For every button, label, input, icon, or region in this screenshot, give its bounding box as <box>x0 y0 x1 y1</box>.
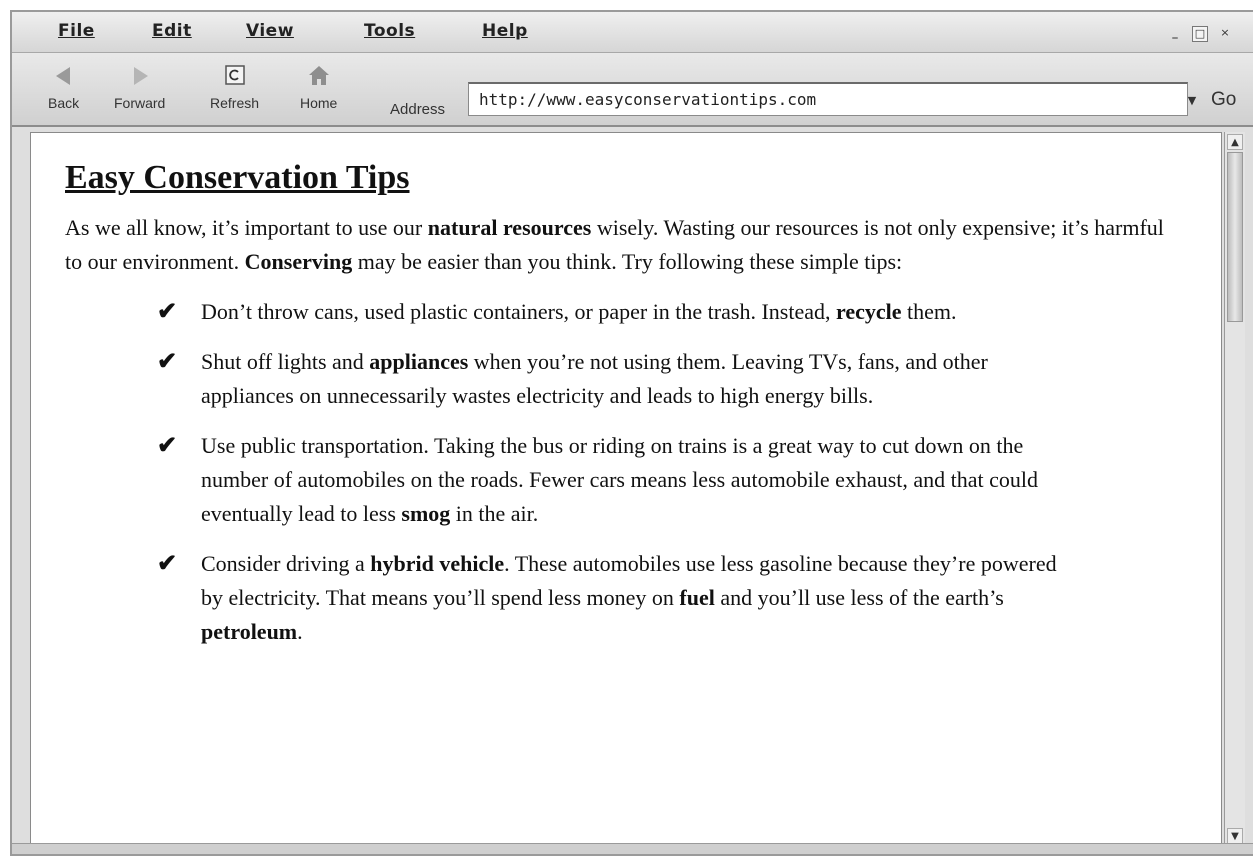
menu-view[interactable]: View <box>246 21 294 41</box>
scroll-thumb[interactable] <box>1227 152 1243 322</box>
tip-text: in the air. <box>450 501 539 526</box>
checkmark-icon: ✔ <box>157 299 178 325</box>
navigation-toolbar: Back Forward Refresh Home Address ▼ Go <box>12 53 1253 127</box>
back-label: Back <box>48 95 80 111</box>
page-content: Easy Conservation Tips As we all know, i… <box>65 159 1185 665</box>
intro-bold-text: natural resources <box>427 215 592 240</box>
menu-file[interactable]: File <box>58 21 95 41</box>
tip-text: Consider driving a <box>201 551 371 576</box>
vertical-scrollbar[interactable]: ▲ ▼ <box>1224 132 1245 848</box>
back-button[interactable]: Back <box>48 61 79 112</box>
home-button[interactable]: Home <box>300 61 337 112</box>
tip-bold-text: hybrid vehicle <box>370 551 505 576</box>
tip-text: Shut off lights and <box>201 349 370 374</box>
checkmark-icon: ✔ <box>157 551 178 577</box>
refresh-label: Refresh <box>210 95 260 111</box>
minimize-button[interactable]: _ <box>1167 26 1183 42</box>
tip-bold-text: petroleum <box>201 619 298 644</box>
close-button[interactable]: × <box>1217 26 1233 42</box>
address-input[interactable] <box>468 82 1188 116</box>
tip-text: them. <box>901 299 957 324</box>
browser-window: File Edit View Tools Help _ □ × Back For… <box>10 10 1253 856</box>
tip-text: Use public transportation. Taking the bu… <box>201 433 1039 526</box>
tip-bold-text: fuel <box>679 585 715 610</box>
forward-button[interactable]: Forward <box>114 61 165 112</box>
go-button[interactable]: Go <box>1211 89 1236 111</box>
page-title: Easy Conservation Tips <box>65 159 410 196</box>
tip-text: . <box>297 619 303 644</box>
menu-edit[interactable]: Edit <box>152 21 192 41</box>
tip-bold-text: appliances <box>369 349 469 374</box>
forward-arrow-icon <box>128 65 152 87</box>
intro-text: As we all know, it’s important to use ou… <box>65 215 428 240</box>
intro-paragraph: As we all know, it’s important to use ou… <box>65 211 1185 279</box>
tip-bold-text: recycle <box>835 299 902 324</box>
list-item: ✔ Consider driving a hybrid vehicle. The… <box>157 547 1081 649</box>
checkmark-icon: ✔ <box>157 433 178 459</box>
window-bottom-edge <box>12 843 1253 854</box>
scroll-up-icon[interactable]: ▲ <box>1227 134 1243 150</box>
list-item: ✔ Shut off lights and appliances when yo… <box>157 345 1081 413</box>
intro-bold-text: Conserving <box>244 249 353 274</box>
menu-help[interactable]: Help <box>482 21 528 41</box>
page-viewport: Easy Conservation Tips As we all know, i… <box>30 132 1222 848</box>
dropdown-arrow-icon[interactable]: ▼ <box>1184 94 1200 108</box>
refresh-button[interactable]: Refresh <box>210 61 259 112</box>
home-icon <box>307 65 331 87</box>
menu-bar: File Edit View Tools Help _ □ × <box>12 12 1253 53</box>
refresh-icon <box>223 65 247 87</box>
maximize-button[interactable]: □ <box>1192 26 1208 42</box>
menu-tools[interactable]: Tools <box>364 21 415 41</box>
checkmark-icon: ✔ <box>157 349 178 375</box>
list-item: ✔ Don’t throw cans, used plastic contain… <box>157 295 1081 329</box>
address-label: Address <box>390 101 446 118</box>
list-item: ✔ Use public transportation. Taking the … <box>157 429 1081 531</box>
tip-bold-text: smog <box>401 501 451 526</box>
tip-text: Don’t throw cans, used plastic container… <box>201 299 836 324</box>
home-label: Home <box>300 95 338 111</box>
tip-text: and you’ll use less of the earth’s <box>714 585 1004 610</box>
scroll-down-icon[interactable]: ▼ <box>1227 828 1243 844</box>
forward-label: Forward <box>114 95 166 111</box>
back-arrow-icon <box>52 65 76 87</box>
tips-list: ✔ Don’t throw cans, used plastic contain… <box>65 295 1185 649</box>
intro-text: may be easier than you think. Try follow… <box>352 249 903 274</box>
